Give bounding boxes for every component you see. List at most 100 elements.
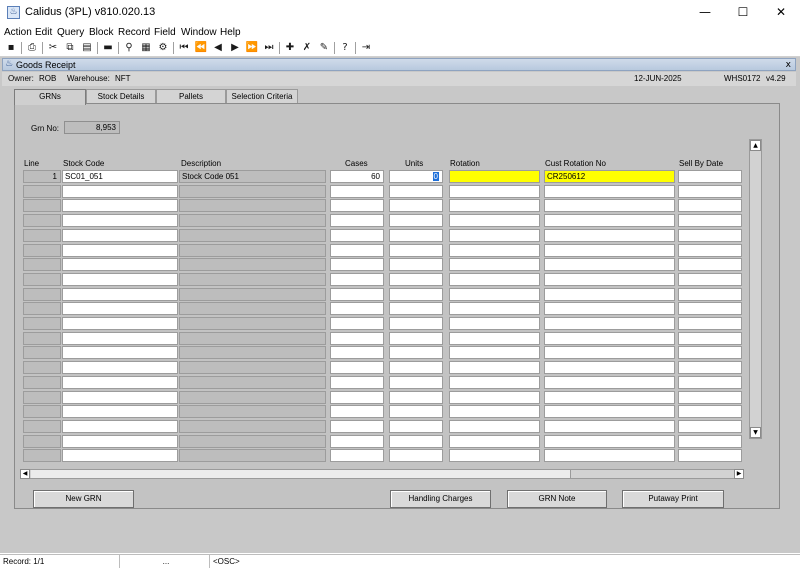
stock-code-cell[interactable] [62,302,178,316]
stock-code-cell[interactable] [62,419,178,433]
cases-cell[interactable] [330,361,384,375]
exit-icon[interactable]: ⇥ [359,41,373,55]
cases-cell[interactable] [330,331,384,345]
stock-code-cell[interactable] [62,449,178,463]
cust-rotation-no-cell[interactable] [544,258,675,272]
cases-cell[interactable] [330,405,384,419]
menu-field[interactable]: Field [154,26,176,40]
cust-rotation-no-cell[interactable] [544,375,675,389]
enter-query-icon[interactable]: ▦ [139,41,153,55]
cases-cell[interactable] [330,228,384,242]
units-cell[interactable] [389,434,443,448]
cases-cell[interactable] [330,449,384,463]
first-record-icon[interactable]: ⏮ [177,41,191,55]
rotation-cell[interactable] [449,317,540,330]
help-icon[interactable]: ? [338,41,352,55]
stock-code-cell[interactable] [62,258,178,272]
grn-no-field[interactable]: 8,953 [64,121,120,134]
tab-pallets[interactable]: Pallets [156,89,226,104]
cust-rotation-no-cell[interactable] [544,449,675,463]
stock-code-cell[interactable] [62,375,178,389]
cust-rotation-no-cell[interactable] [544,214,675,228]
units-cell[interactable] [389,287,443,301]
units-cell[interactable] [389,449,443,463]
sell-by-date-cell[interactable] [678,317,742,330]
tab-selection-criteria[interactable]: Selection Criteria [226,89,298,104]
new-grn-button[interactable]: New GRN [33,490,134,508]
sell-by-date-cell[interactable] [678,199,742,213]
menu-query[interactable]: Query [57,26,84,40]
cust-rotation-no-cell[interactable] [544,390,675,404]
rotation-cell[interactable] [449,375,540,389]
units-cell[interactable] [389,272,443,286]
units-cell[interactable]: 0 [389,170,443,183]
minimize-button[interactable]: — [686,0,724,25]
rotation-cell[interactable] [449,449,540,463]
cases-cell[interactable] [330,434,384,448]
units-cell[interactable] [389,331,443,345]
rotation-cell[interactable] [449,287,540,301]
cust-rotation-no-cell[interactable] [544,434,675,448]
grn-note-button[interactable]: GRN Note [507,490,607,508]
sell-by-date-cell[interactable] [678,272,742,286]
units-cell[interactable] [389,258,443,272]
next-block-icon[interactable]: ⏩ [245,41,259,55]
clear-icon[interactable]: ▬ [101,41,115,55]
cust-rotation-no-cell[interactable] [544,361,675,375]
execute-query-icon[interactable]: ⚙ [156,41,170,55]
menu-record[interactable]: Record [118,26,150,40]
cust-rotation-no-cell[interactable] [544,272,675,286]
units-cell[interactable] [389,184,443,198]
putaway-print-button[interactable]: Putaway Print [622,490,724,508]
cases-cell[interactable] [330,302,384,316]
cust-rotation-no-cell[interactable] [544,243,675,257]
menu-edit[interactable]: Edit [35,26,52,40]
sell-by-date-cell[interactable] [678,170,742,183]
scroll-up-arrow-icon[interactable]: ▲ [750,140,761,151]
sell-by-date-cell[interactable] [678,361,742,375]
cust-rotation-no-cell[interactable] [544,331,675,345]
cases-cell[interactable] [330,375,384,389]
units-cell[interactable] [389,375,443,389]
insert-record-icon[interactable]: ✚ [283,41,297,55]
delete-record-icon[interactable]: ✗ [300,41,314,55]
rotation-cell[interactable] [449,243,540,257]
stock-code-cell[interactable] [62,184,178,198]
scroll-right-arrow-icon[interactable]: ▶ [734,469,744,479]
next-record-icon[interactable]: ▶ [228,41,242,55]
cust-rotation-no-cell[interactable] [544,419,675,433]
handling-charges-button[interactable]: Handling Charges [390,490,491,508]
paste-icon[interactable]: ▤ [80,41,94,55]
cases-cell[interactable] [330,243,384,257]
rotation-cell[interactable] [449,331,540,345]
sell-by-date-cell[interactable] [678,405,742,419]
stock-code-cell[interactable] [62,346,178,360]
cust-rotation-no-cell[interactable] [544,287,675,301]
maximize-button[interactable]: ☐ [724,0,762,25]
sell-by-date-cell[interactable] [678,302,742,316]
units-cell[interactable] [389,317,443,330]
stock-code-cell[interactable] [62,405,178,419]
print-icon[interactable]: ⎙ [25,41,39,55]
query-icon[interactable]: ⚲ [122,41,136,55]
horizontal-scroll-thumb[interactable] [31,470,571,478]
stock-code-cell[interactable] [62,287,178,301]
stock-code-cell[interactable] [62,361,178,375]
cases-cell[interactable] [330,317,384,330]
cases-cell[interactable] [330,346,384,360]
units-cell[interactable] [389,214,443,228]
horizontal-scrollbar[interactable]: ◀ ▶ [20,469,744,479]
sell-by-date-cell[interactable] [678,184,742,198]
rotation-cell[interactable] [449,390,540,404]
stock-code-cell[interactable] [62,243,178,257]
close-button[interactable]: ✕ [762,0,800,25]
previous-block-icon[interactable]: ⏪ [194,41,208,55]
cust-rotation-no-cell[interactable] [544,405,675,419]
stock-code-cell[interactable] [62,317,178,330]
cust-rotation-no-cell[interactable] [544,199,675,213]
sell-by-date-cell[interactable] [678,375,742,389]
previous-record-icon[interactable]: ◀ [211,41,225,55]
rotation-cell[interactable] [449,214,540,228]
cases-cell[interactable] [330,258,384,272]
menu-window[interactable]: Window [181,26,217,40]
